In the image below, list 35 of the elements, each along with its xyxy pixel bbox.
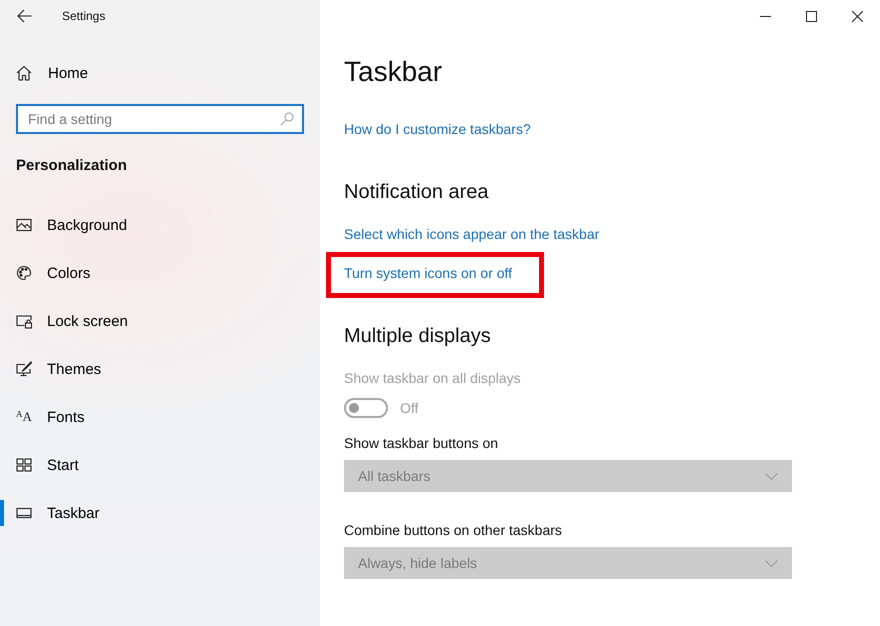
nav-item[interactable]: Lock screen [0,297,320,345]
page-title: Taskbar [344,55,442,89]
nav-item[interactable]: Taskbar [0,489,320,537]
section-heading: Personalization [16,156,128,176]
close-icon [852,10,862,22]
setting-label: Combine buttons on other taskbars [344,521,562,540]
nav-item[interactable]: Colors [0,249,320,297]
lock-screen-icon [16,313,32,329]
nav-item[interactable]: Themes [0,345,320,393]
home-icon [16,65,32,81]
toggle-state-label: Off [400,400,418,416]
fonts-icon: $^{A}$A [16,409,32,425]
section-heading: Notification area [344,180,489,205]
window-title: Settings [62,9,106,23]
palette-icon [16,265,32,281]
monitor-brush-icon [16,361,32,377]
nav-item[interactable]: $^{A}$A Fonts [0,393,320,441]
setting-label: Show taskbar buttons on [344,434,498,453]
maximize-icon [806,10,816,22]
help-link[interactable]: How do I customize taskbars? [344,119,531,139]
search-field[interactable]: Find a setting [16,104,304,134]
back-arrow-icon [16,9,32,23]
search-icon [280,112,294,126]
chevron-down-icon [765,472,778,480]
nav-item[interactable]: Start [0,441,320,489]
settings-link[interactable]: Turn system icons on or off [344,265,512,281]
home-link[interactable]: Home [0,53,94,93]
section-heading: Multiple displays [344,324,491,349]
taskbar-icon [16,505,32,521]
chevron-down-icon [765,560,778,566]
nav-item[interactable]: Background [0,201,320,249]
setting-label: Show taskbar on all displays [344,369,521,388]
tiles-icon [16,457,32,473]
settings-link[interactable]: Select which icons appear on the taskbar [344,224,600,244]
picture-icon [16,217,32,233]
